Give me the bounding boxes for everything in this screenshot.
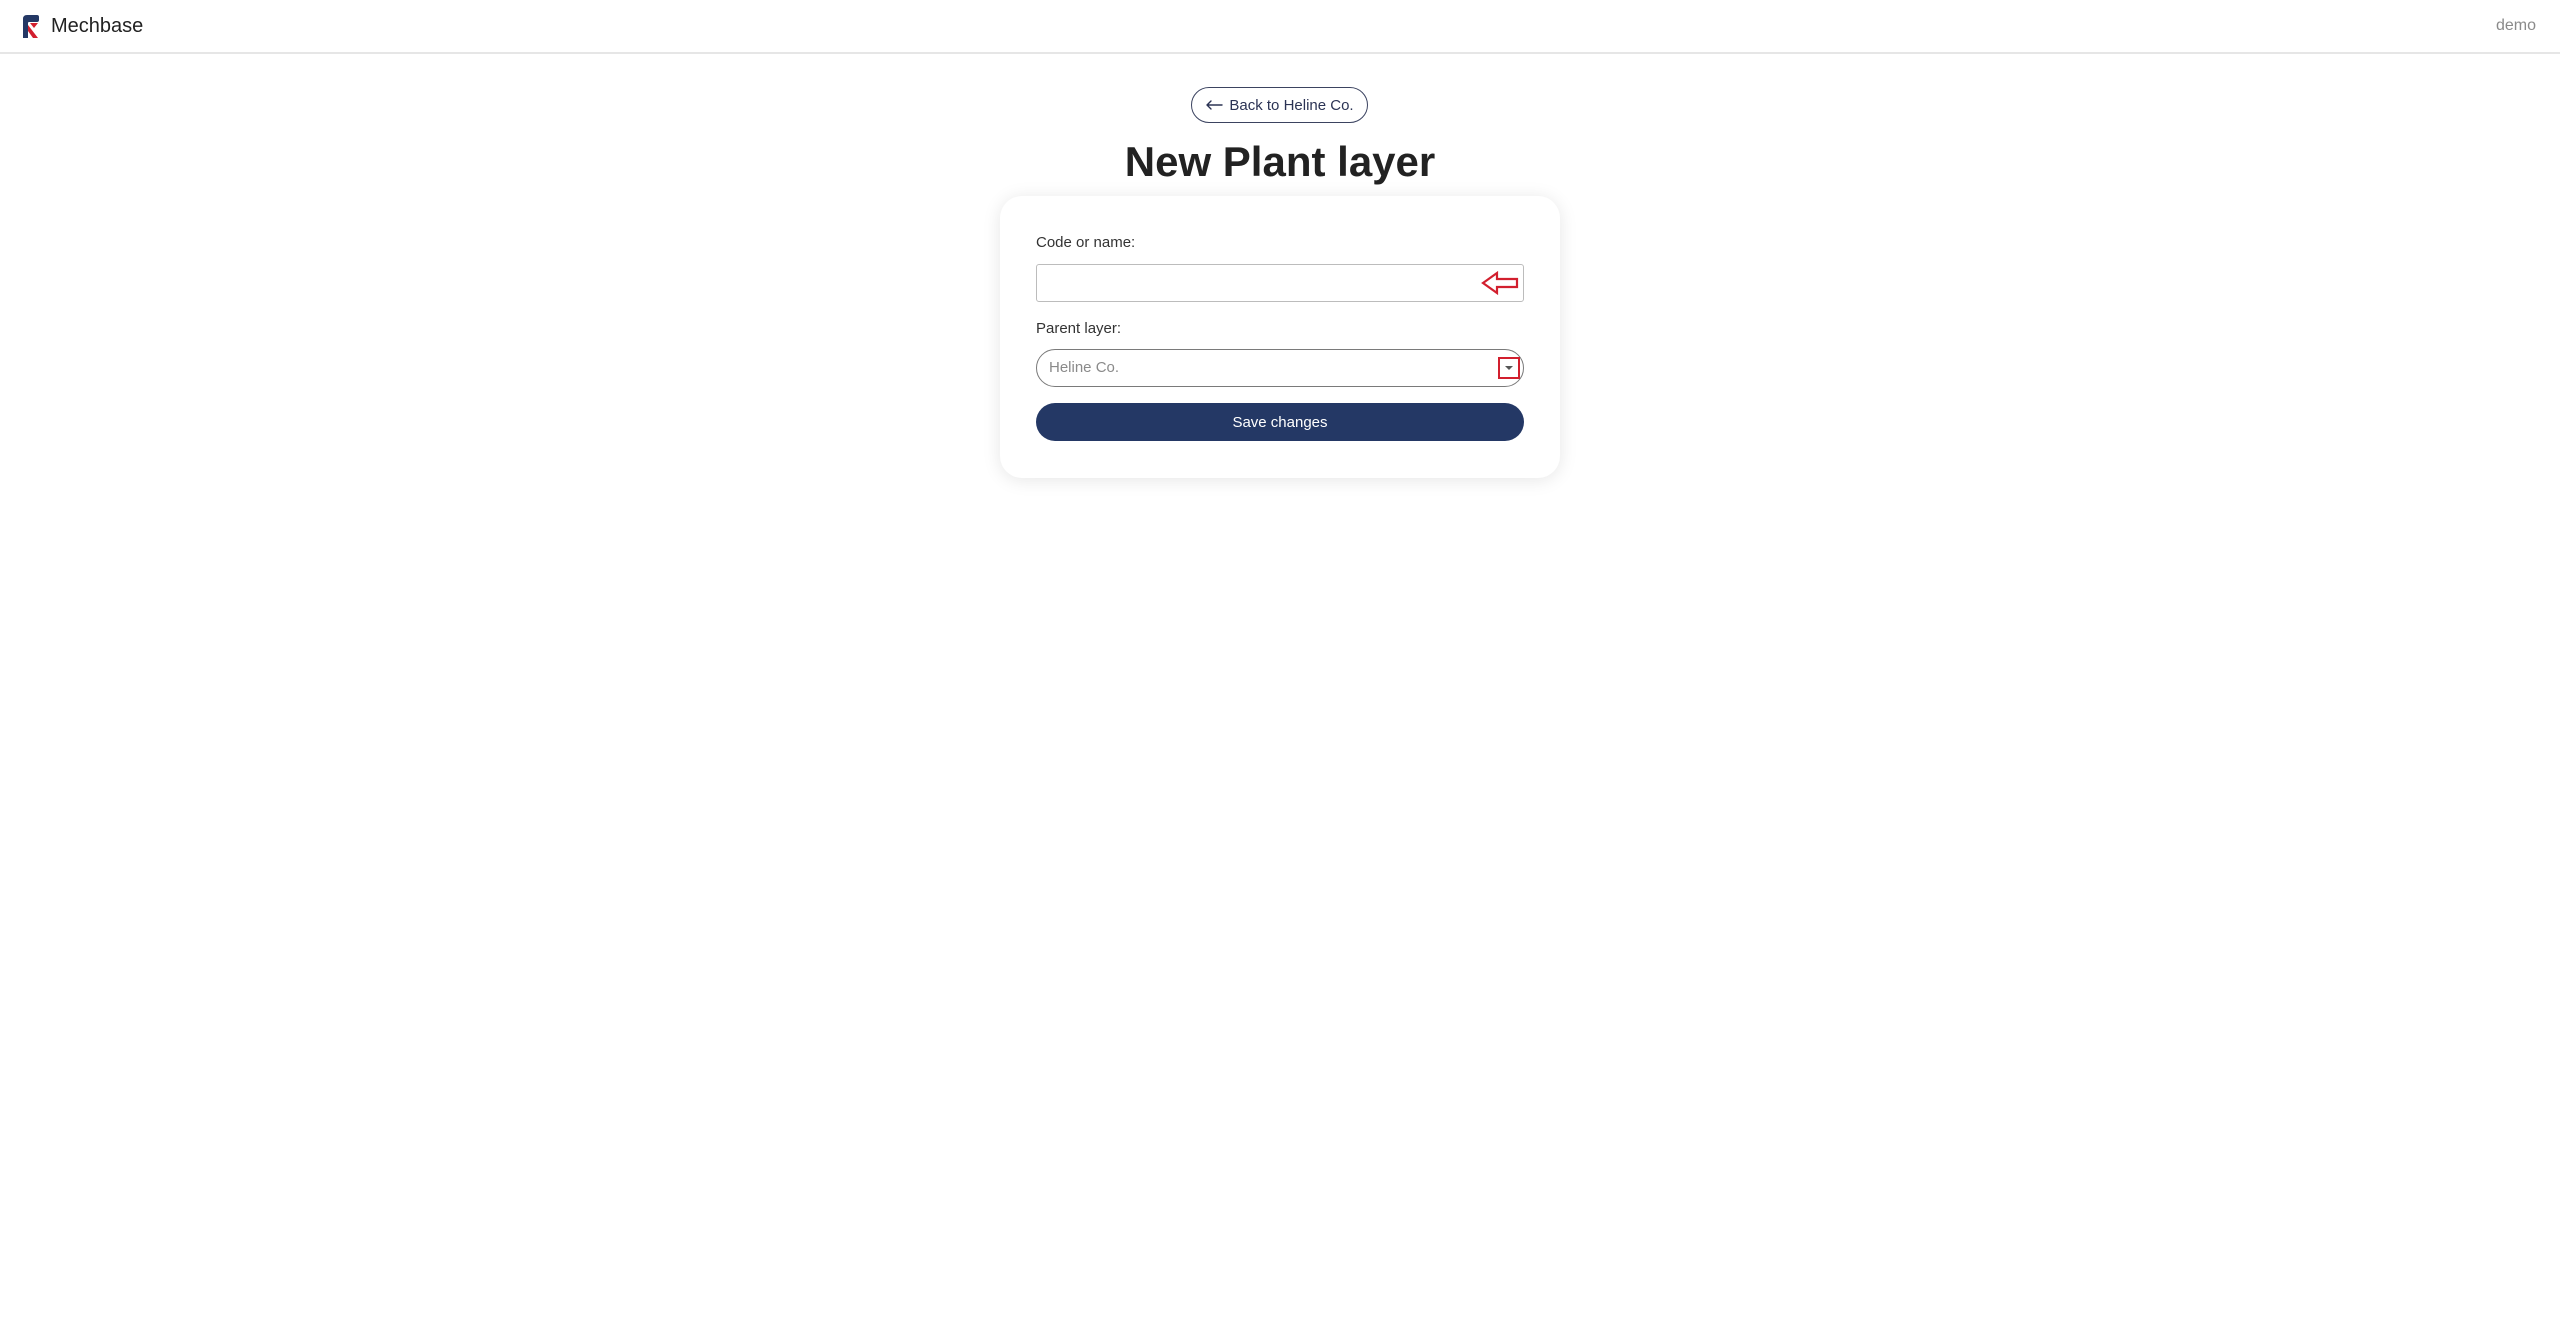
back-button[interactable]: Back to Heline Co. — [1191, 87, 1368, 123]
brand-link[interactable]: Mechbase — [20, 13, 143, 39]
code-input[interactable] — [1036, 264, 1524, 302]
top-navbar: Mechbase demo — [0, 0, 2560, 54]
back-button-label: Back to Heline Co. — [1229, 96, 1354, 114]
arrow-left-icon — [1206, 100, 1224, 110]
parent-layer-label: Parent layer: — [1036, 320, 1122, 337]
select-caret-button[interactable] — [1498, 357, 1520, 379]
user-menu[interactable]: demo — [2496, 17, 2536, 35]
code-label: Code or name: — [1036, 234, 1136, 251]
save-button[interactable]: Save changes — [1036, 403, 1524, 441]
form-card: Code or name: Parent layer: Heline Co. S… — [1000, 196, 1560, 478]
mechbase-logo-icon — [23, 15, 39, 38]
brand-name: Mechbase — [51, 14, 144, 37]
parent-layer-value: Heline Co. — [1049, 359, 1120, 376]
page-title: New Plant layer — [1124, 138, 1436, 185]
parent-layer-select[interactable]: Heline Co. — [1036, 349, 1524, 387]
chevron-down-icon — [1505, 366, 1513, 370]
